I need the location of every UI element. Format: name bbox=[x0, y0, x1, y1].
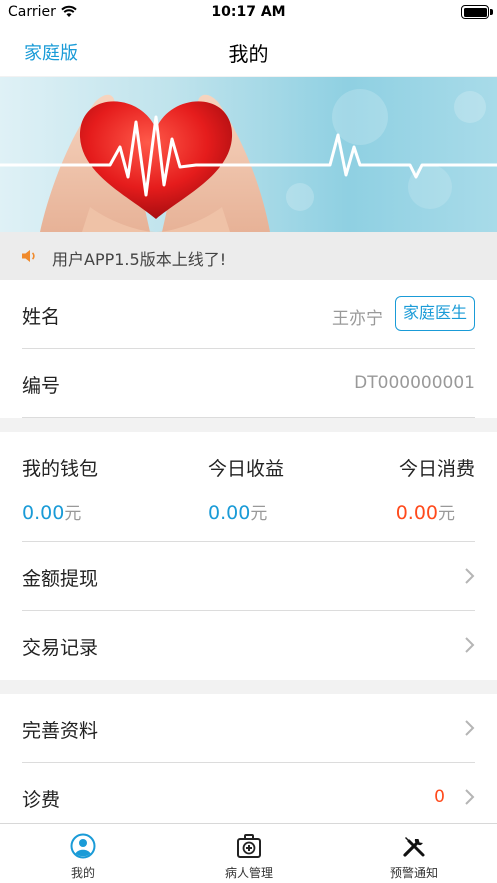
spending-amount: 0.00 bbox=[395, 502, 438, 524]
withdraw-label: 金额提现 bbox=[22, 568, 99, 590]
wallet-balance: 0.00元 bbox=[22, 499, 81, 524]
page-title: 我的 bbox=[228, 42, 269, 66]
today-spending: 0.00元 bbox=[396, 499, 455, 524]
consultation-fee-row[interactable]: 诊费 0 bbox=[0, 763, 497, 823]
role-badge: 家庭医生 bbox=[394, 296, 475, 331]
name-row: 姓名 王亦宁 家庭医生 bbox=[0, 280, 497, 349]
today-income: 0.00元 bbox=[208, 499, 267, 524]
consultation-fee-label: 诊费 bbox=[22, 789, 61, 811]
announcement-bar[interactable]: 用户APP1.5版本上线了! bbox=[0, 232, 497, 280]
tab-alert-notifications-label: 预警通知 bbox=[389, 866, 438, 880]
today-income-title: 今日收益 bbox=[208, 458, 285, 480]
medical-kit-icon bbox=[237, 834, 261, 858]
income-unit: 元 bbox=[250, 504, 268, 524]
battery-icon bbox=[461, 5, 493, 19]
tab-alert-notifications[interactable]: 预警通知 bbox=[331, 824, 497, 883]
complete-profile-row[interactable]: 完善资料 bbox=[0, 694, 497, 763]
status-bar: Carrier 10:17 AM bbox=[0, 0, 497, 26]
chevron-right-icon bbox=[465, 637, 475, 653]
user-icon bbox=[70, 833, 96, 859]
withdraw-row[interactable]: 金额提现 bbox=[0, 542, 497, 611]
income-amount: 0.00 bbox=[208, 502, 251, 524]
complete-profile-label: 完善资料 bbox=[22, 720, 99, 742]
wallet-stats: 我的钱包 今日收益 今日消费 0.00元 0.00元 0.00元 bbox=[0, 432, 497, 542]
clock: 10:17 AM bbox=[211, 4, 286, 20]
wallet-amount: 0.00 bbox=[22, 502, 65, 524]
wallet-unit: 元 bbox=[64, 504, 82, 524]
spending-unit: 元 bbox=[438, 504, 455, 524]
chevron-right-icon bbox=[465, 568, 475, 584]
tab-mine[interactable]: 我的 bbox=[0, 824, 166, 883]
name-label: 姓名 bbox=[22, 306, 61, 328]
chevron-right-icon bbox=[465, 720, 475, 736]
wallet-title: 我的钱包 bbox=[22, 458, 99, 480]
tab-mine-label: 我的 bbox=[70, 866, 95, 880]
id-row: 编号 DT000000001 bbox=[0, 349, 497, 418]
consultation-fee-value: 0 bbox=[434, 787, 445, 807]
chevron-right-icon bbox=[465, 789, 475, 805]
announcement-text: 用户APP1.5版本上线了! bbox=[52, 250, 227, 269]
today-spending-title: 今日消费 bbox=[398, 458, 475, 480]
tab-patient-management-label: 病人管理 bbox=[224, 866, 273, 880]
tab-patient-management[interactable]: 病人管理 bbox=[166, 824, 332, 883]
transactions-row[interactable]: 交易记录 bbox=[0, 611, 497, 680]
name-value: 王亦宁 bbox=[332, 309, 383, 329]
id-value: DT000000001 bbox=[354, 373, 475, 393]
transactions-label: 交易记录 bbox=[22, 637, 99, 659]
tools-icon bbox=[403, 837, 425, 857]
id-label: 编号 bbox=[22, 375, 61, 397]
banner-image bbox=[0, 77, 497, 232]
tab-bar: 我的 病人管理 预警通知 bbox=[0, 823, 497, 883]
speaker-icon bbox=[22, 250, 35, 262]
navigation-bar: 家庭版 我的 bbox=[0, 26, 497, 76]
